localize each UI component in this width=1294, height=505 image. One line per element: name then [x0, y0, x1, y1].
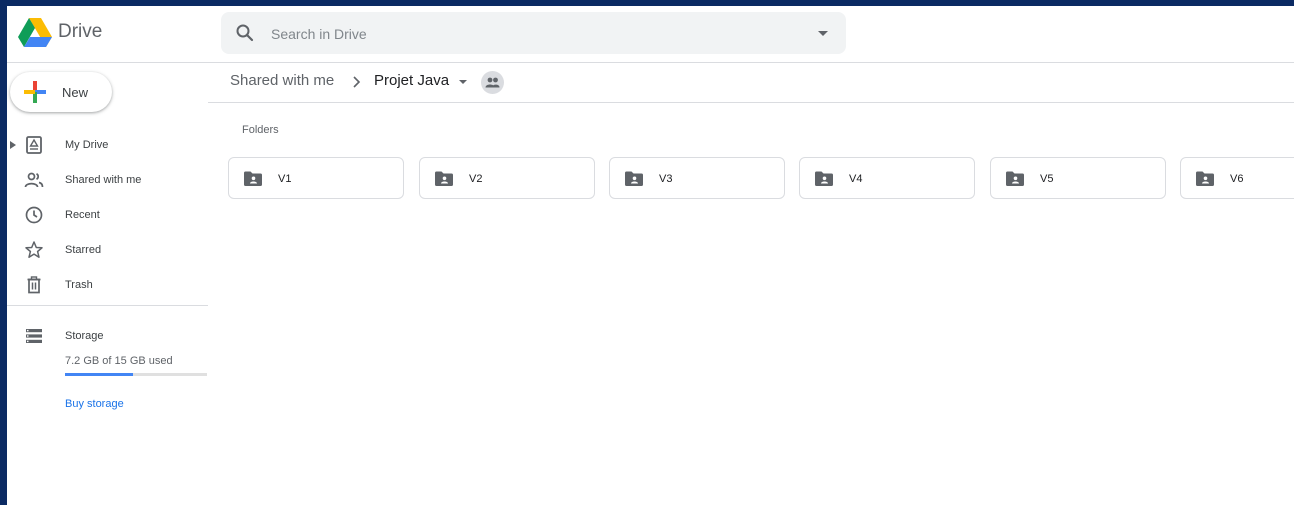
- my-drive-icon: [26, 136, 42, 154]
- sidebar-item-trash[interactable]: Trash: [7, 268, 208, 303]
- sidebar-divider: [7, 305, 208, 306]
- shared-icon: [24, 172, 44, 188]
- drive-window: Drive New: [7, 6, 1294, 505]
- plus-icon: [24, 81, 46, 103]
- folder-card[interactable]: V3: [609, 157, 785, 199]
- shared-folder-icon: [1196, 171, 1214, 186]
- folder-card[interactable]: V6: [1180, 157, 1294, 199]
- new-button-label: New: [62, 85, 89, 100]
- buy-storage-link[interactable]: Buy storage: [65, 398, 124, 410]
- expand-arrow-icon[interactable]: [10, 140, 16, 150]
- search-options-caret-icon[interactable]: [818, 28, 828, 38]
- storage-progress-fill: [65, 373, 134, 376]
- breadcrumb: Shared with me Projet Java: [208, 63, 1294, 103]
- main-content: Shared with me Projet Java Folders V1 V2…: [208, 63, 1294, 505]
- sidebar-item-starred[interactable]: Starred: [7, 233, 208, 268]
- header: Drive: [7, 6, 1294, 63]
- shared-folder-badge[interactable]: [481, 71, 504, 94]
- shared-folder-icon: [244, 171, 262, 186]
- folder-name: V4: [849, 173, 863, 185]
- sidebar-item-storage[interactable]: Storage: [7, 319, 208, 354]
- people-icon: [485, 77, 500, 88]
- sidebar-item-label: Starred: [65, 244, 102, 256]
- folder-name: V5: [1040, 173, 1054, 185]
- folders-section-title: Folders: [242, 124, 279, 136]
- shared-folder-icon: [815, 171, 833, 186]
- folder-name: V1: [278, 173, 292, 185]
- chevron-right-icon: [353, 76, 361, 88]
- shared-folder-icon: [435, 171, 453, 186]
- sidebar-item-label: Trash: [65, 279, 93, 291]
- breadcrumb-parent[interactable]: Shared with me: [230, 72, 334, 89]
- storage-progress-bar: [65, 373, 207, 376]
- sidebar-item-shared-with-me[interactable]: Shared with me: [7, 163, 208, 198]
- star-icon: [25, 241, 43, 258]
- shared-folder-icon: [1006, 171, 1024, 186]
- folder-card[interactable]: V1: [228, 157, 404, 199]
- storage-usage-text: 7.2 GB of 15 GB used: [65, 355, 173, 367]
- search-icon[interactable]: [235, 23, 255, 43]
- storage-label: Storage: [65, 330, 104, 342]
- trash-icon: [27, 276, 41, 294]
- folder-name: V2: [469, 173, 483, 185]
- sidebar-item-my-drive[interactable]: My Drive: [7, 128, 208, 163]
- new-button[interactable]: New: [10, 72, 112, 112]
- folder-card[interactable]: V5: [990, 157, 1166, 199]
- breadcrumb-current[interactable]: Projet Java: [374, 72, 449, 89]
- sidebar-item-label: My Drive: [65, 139, 109, 151]
- sidebar-item-recent[interactable]: Recent: [7, 198, 208, 233]
- folder-card[interactable]: V4: [799, 157, 975, 199]
- folder-name: V3: [659, 173, 673, 185]
- sidebar: New My Drive Shared with me Recent Starr…: [7, 63, 208, 505]
- drive-logo-icon[interactable]: [18, 18, 52, 48]
- sidebar-nav: My Drive Shared with me Recent Starred T…: [7, 128, 208, 303]
- storage-icon: [26, 329, 42, 343]
- clock-icon: [25, 206, 43, 224]
- search-bar[interactable]: [221, 12, 846, 56]
- sidebar-item-label: Shared with me: [65, 174, 142, 186]
- chevron-down-icon[interactable]: [459, 79, 467, 85]
- folder-name: V6: [1230, 173, 1244, 185]
- app-title[interactable]: Drive: [58, 21, 102, 43]
- search-input[interactable]: [269, 12, 793, 56]
- sidebar-item-label: Recent: [65, 209, 100, 221]
- folder-card[interactable]: V2: [419, 157, 595, 199]
- shared-folder-icon: [625, 171, 643, 186]
